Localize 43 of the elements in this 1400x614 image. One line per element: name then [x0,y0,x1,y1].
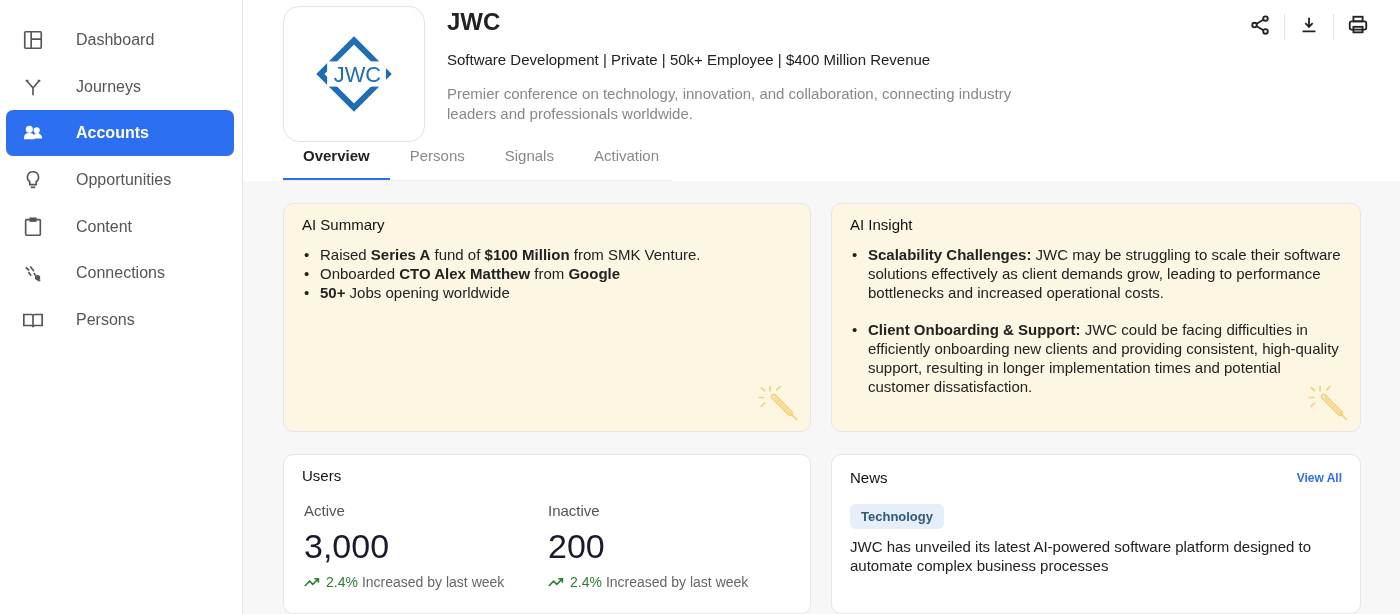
change-note: Increased by last week [361,574,505,590]
sidebar-item[interactable]: Persons [6,297,234,344]
sidebar-item[interactable]: Content [6,203,234,250]
company-description: Premier conference on technology, innovation, and collaboration, connecting industry leaders and professionals worldwide. [447,84,1013,124]
bullet: • [852,245,859,264]
sidebar-item[interactable]: Accounts [6,110,234,157]
tab[interactable]: Activation [573,147,679,180]
sidebar-item[interactable]: Opportunities [6,157,234,204]
insight-item: Client Onboarding & Support: JWC could be facing difficulties in efficiently onboarding new clients and providing consistent, high-quality support, resulting in longer implementation times and potential customer dissatisfaction. [868,320,1340,396]
tab[interactable]: Signals [484,147,574,180]
company-meta: Software Development | Private | 50k+ Employee | $400 Million Revenue [447,51,932,68]
summary-item: 50+ Jobs opening worldwide [320,283,510,302]
change-note: Increased by last week [605,574,749,590]
tab[interactable]: Persons [389,147,485,180]
bullet: • [304,283,311,302]
card-title: AI Summary [302,216,386,233]
sidebar-item[interactable]: Connections [6,250,234,297]
sidebar-item[interactable]: Journeys [6,63,234,110]
change-percent: 2.4% [326,574,358,590]
bullet: • [304,264,311,283]
summary-item: Onboarded CTO Alex Matthew from Google [320,264,621,283]
card-title: News [850,469,888,486]
summary-item: Raised Series A fund of $100 Million from SMK Venture. [320,245,701,264]
card-title: Users [302,467,343,484]
bullet: • [852,320,859,339]
company-name: JWC [447,8,502,36]
stat-label: Inactive [548,502,601,519]
view-all-link[interactable]: View All [1296,470,1342,485]
news-tag: Technology [850,504,944,529]
news-headline[interactable]: JWC has unveiled its latest AI-powered software platform designed to automate complex business processes [850,537,1342,575]
sidebar-item[interactable]: Dashboard [6,17,234,63]
bullet: • [304,245,311,264]
card-title: AI Insight [850,216,914,233]
trend-up-icon [548,577,564,587]
clipboard-icon [22,215,44,238]
insight-item: Scalability Challenges: JWC may be struggling to scale their software solutions effectively as client demands grow, leading to performance bottlenecks and increased operational costs. [868,245,1342,302]
change-percent: 2.4% [570,574,602,590]
stat-value: 200 [548,527,606,566]
layout-icon [22,29,44,51]
share-button[interactable] [1248,14,1272,38]
trend-up-icon [304,577,320,587]
stat-label: Active [304,502,346,519]
stat-value: 3,000 [304,527,391,566]
